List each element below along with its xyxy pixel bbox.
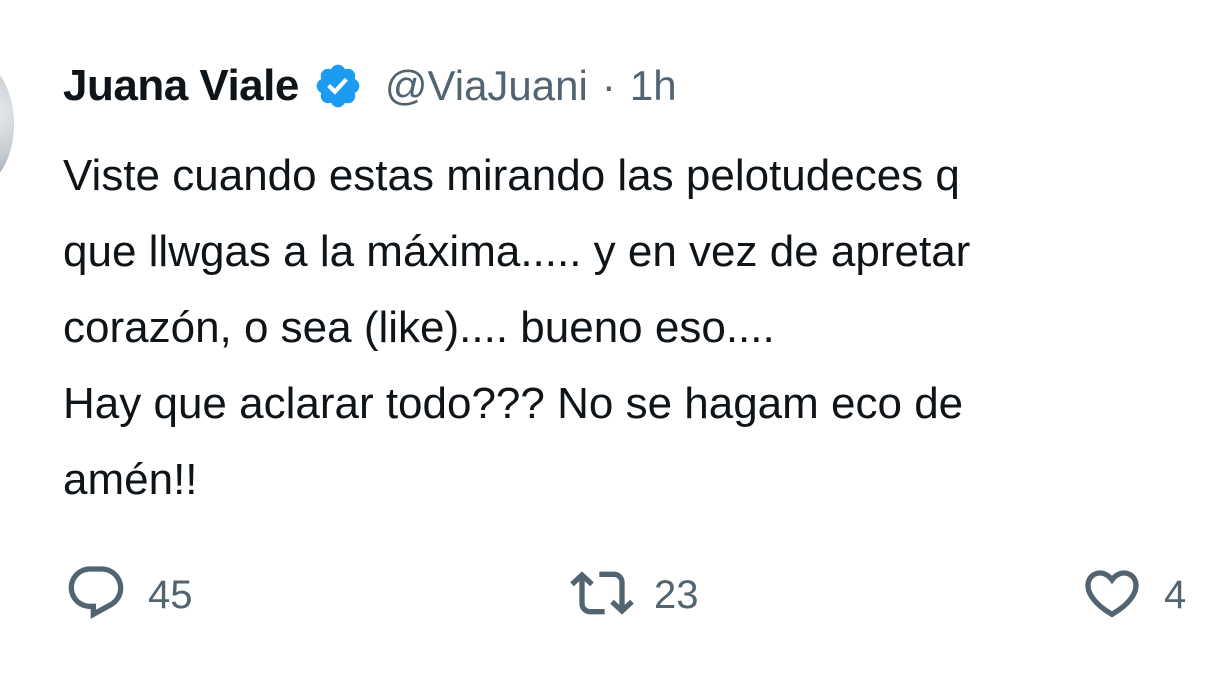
verified-badge-icon bbox=[313, 61, 363, 111]
retweet-button[interactable]: 23 bbox=[570, 560, 699, 630]
tweet-card[interactable]: Juana Viale @ViaJuani · 1h Viste cuando … bbox=[0, 0, 1228, 688]
avatar[interactable] bbox=[0, 62, 14, 186]
tweet-text: Viste cuando estas mirando las pelotudec… bbox=[63, 138, 1228, 518]
like-count: 4 bbox=[1164, 572, 1187, 617]
tweet-text-line: Hay que aclarar todo??? No se hagam eco … bbox=[63, 379, 964, 428]
author-display-name[interactable]: Juana Viale bbox=[63, 61, 299, 111]
reply-count: 45 bbox=[148, 572, 193, 617]
reply-button[interactable]: 45 bbox=[64, 560, 193, 630]
tweet-actions: 45 23 4 bbox=[0, 560, 1228, 630]
reply-icon bbox=[64, 561, 128, 630]
tweet-text-line: que llwgas a la máxima..... y en vez de … bbox=[63, 227, 971, 276]
tweet-text-line: Viste cuando estas mirando las pelotudec… bbox=[63, 151, 960, 200]
tweet-text-line: corazón, o sea (like).... bueno eso.... bbox=[63, 303, 775, 352]
tweet-text-line: amén!! bbox=[63, 455, 198, 504]
like-button[interactable]: 4 bbox=[1080, 560, 1186, 630]
heart-icon bbox=[1080, 561, 1144, 630]
tweet-timestamp[interactable]: 1h bbox=[630, 62, 677, 110]
retweet-icon bbox=[570, 561, 634, 630]
tweet-header: Juana Viale @ViaJuani · 1h bbox=[63, 56, 677, 116]
retweet-count: 23 bbox=[654, 572, 699, 617]
meta-separator: · bbox=[601, 62, 616, 109]
author-handle[interactable]: @ViaJuani bbox=[385, 62, 588, 110]
